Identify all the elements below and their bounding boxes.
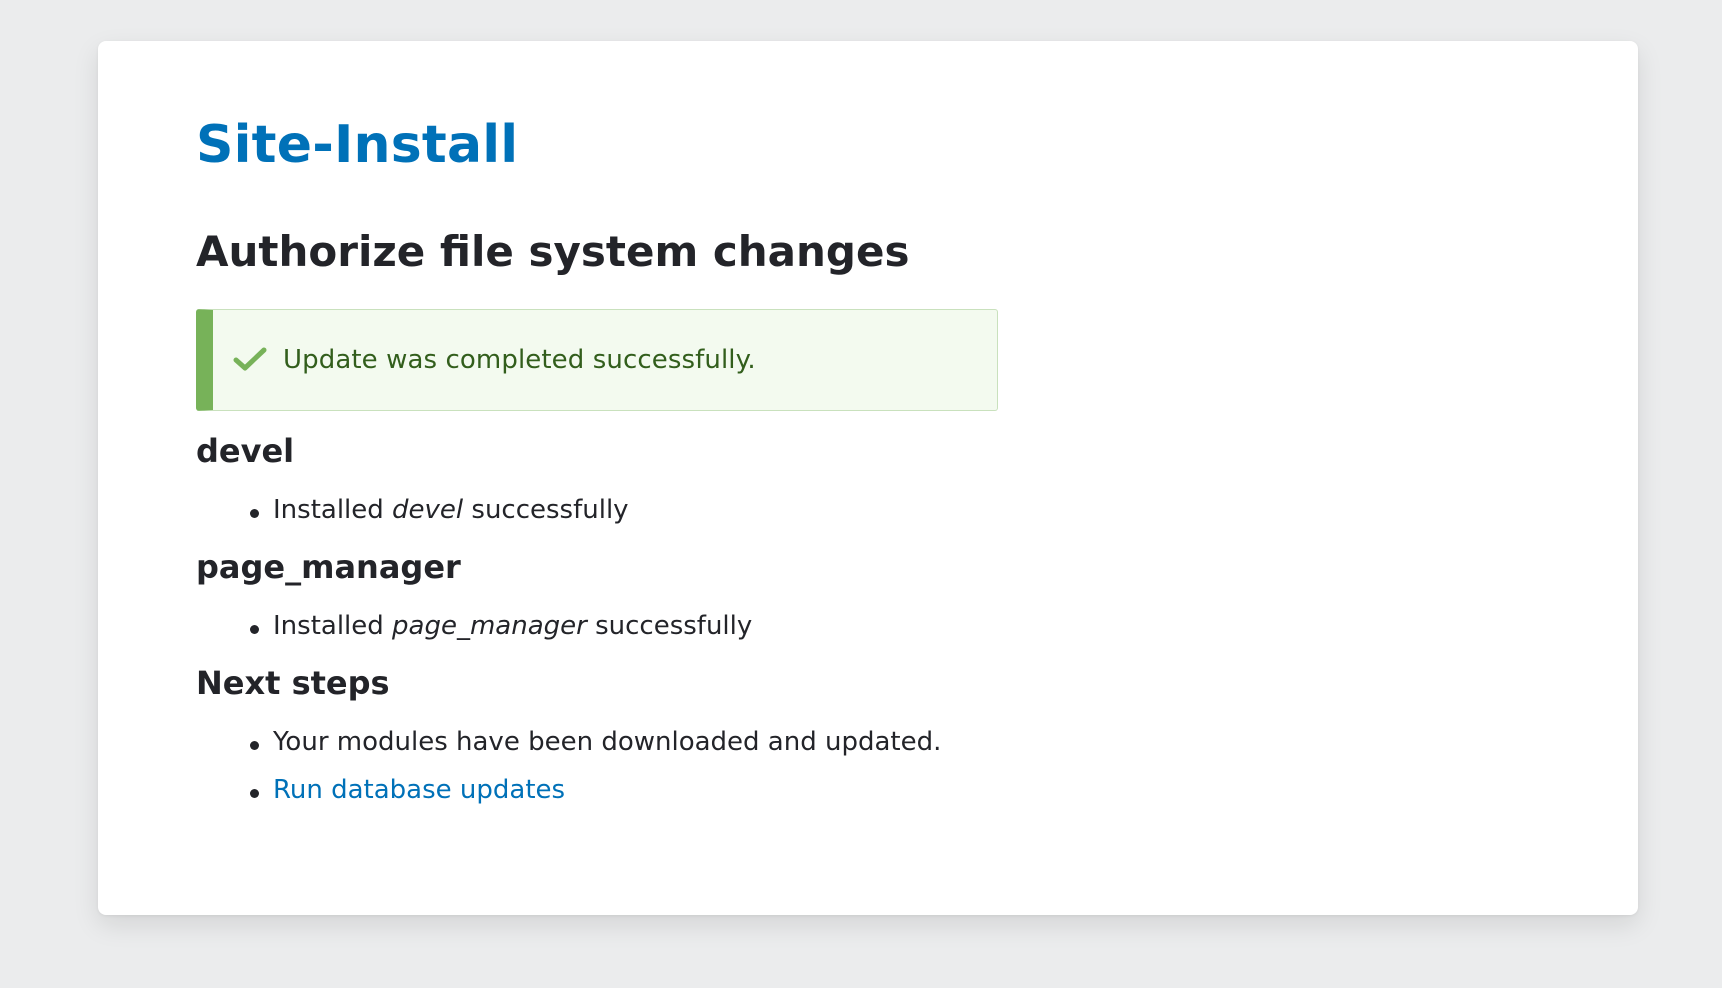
run-database-updates-link[interactable]: Run database updates	[273, 775, 565, 805]
module-list-page-manager: Installed page_manager successfully	[196, 613, 1638, 639]
list-item-prefix: Installed	[273, 495, 393, 525]
list-item: Run database updates	[250, 777, 1638, 803]
list-item: Installed devel successfully	[250, 497, 1638, 523]
content-card: Site-Install Authorize file system chang…	[98, 41, 1638, 915]
module-heading-page-manager: page_manager	[196, 548, 461, 586]
module-heading-devel: devel	[196, 432, 295, 470]
list-item-module: devel	[392, 495, 464, 525]
list-item-suffix: successfully	[586, 611, 753, 641]
module-list-devel: Installed devel successfully	[196, 497, 1638, 523]
list-item: Installed page_manager successfully	[250, 613, 1638, 639]
list-item: Your modules have been downloaded and up…	[250, 729, 1638, 755]
status-message-text: Update was completed successfully.	[283, 345, 756, 375]
list-item-suffix: successfully	[463, 495, 629, 525]
site-name-link[interactable]: Site-Install	[196, 119, 518, 171]
checkmark-icon	[233, 347, 267, 371]
page-title: Authorize file system changes	[196, 227, 910, 276]
list-item-prefix: Installed	[273, 611, 393, 641]
next-step-text: Your modules have been downloaded and up…	[273, 727, 942, 757]
status-message: Update was completed successfully.	[196, 309, 998, 411]
next-steps-heading: Next steps	[196, 664, 390, 702]
list-item-module: page_manager	[392, 611, 587, 641]
next-steps-list: Your modules have been downloaded and up…	[196, 729, 1638, 803]
